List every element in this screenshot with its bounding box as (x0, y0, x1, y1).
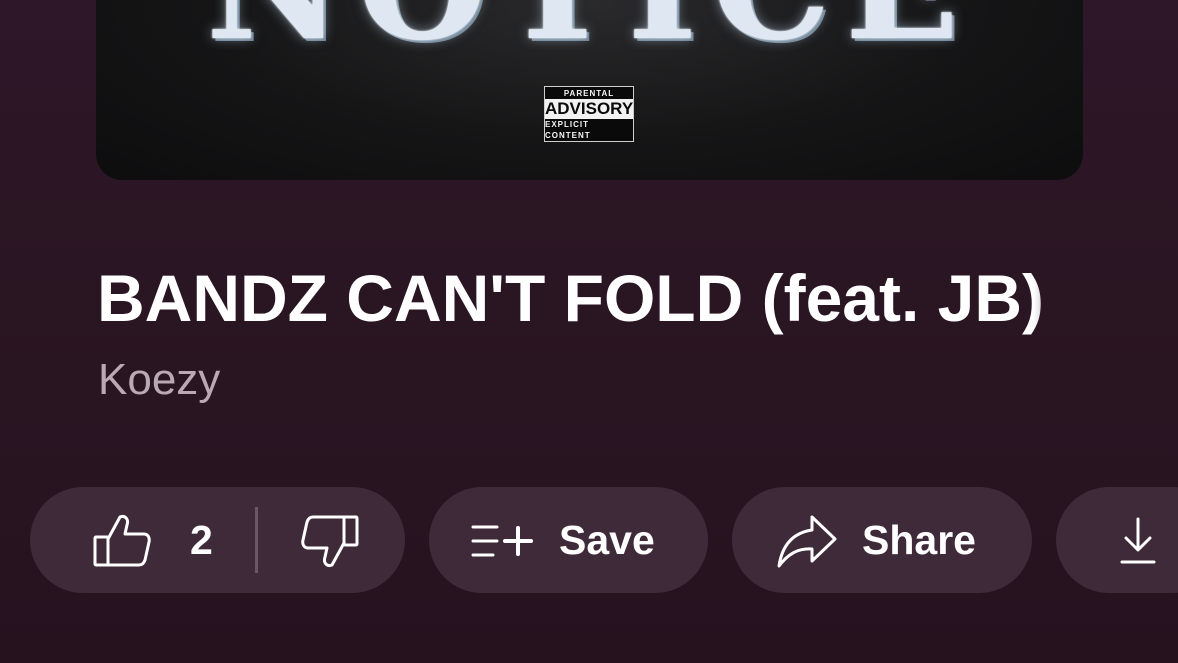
parental-advisory-label: PARENTAL ADVISORY EXPLICIT CONTENT (544, 86, 634, 142)
advisory-line-1: PARENTAL (563, 88, 615, 98)
advisory-line-2: ADVISORY (545, 98, 634, 119)
thumbs-up-icon[interactable] (92, 513, 152, 569)
share-button[interactable]: Share (732, 487, 1032, 593)
album-cover-text: NOTICE (96, 0, 1083, 74)
like-divider (255, 507, 258, 573)
album-art: NOTICE PARENTAL ADVISORY EXPLICIT CONTEN… (96, 0, 1083, 180)
share-label: Share (862, 517, 976, 563)
save-button[interactable]: Save (429, 487, 708, 593)
artist-name[interactable]: Koezy (98, 352, 220, 408)
track-title: BANDZ CAN'T FOLD (feat. JB) (97, 261, 1044, 335)
like-dislike-pill: 2 (30, 487, 405, 593)
advisory-line-3: EXPLICIT CONTENT (545, 119, 591, 140)
like-count: 2 (190, 517, 213, 563)
thumbs-down-icon[interactable] (300, 513, 360, 569)
playlist-add-icon (471, 523, 535, 559)
download-button[interactable] (1056, 487, 1178, 593)
save-label: Save (559, 517, 655, 563)
download-icon (1120, 517, 1156, 565)
share-arrow-icon (776, 513, 838, 569)
